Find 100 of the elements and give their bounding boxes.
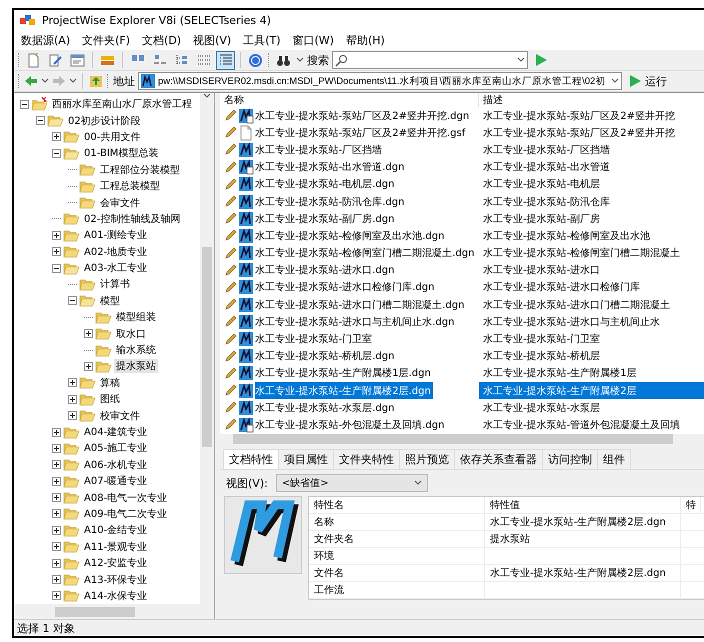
expand-toggle[interactable] — [52, 460, 61, 470]
expand-toggle[interactable] — [68, 394, 77, 404]
file-name[interactable]: 水工专业-提水泵站-检修闸室门槽二期混凝土.dgn — [255, 244, 476, 262]
tree-item[interactable]: 模型 — [98, 294, 122, 308]
expand-toggle[interactable] — [52, 230, 61, 240]
tree-item[interactable]: 工程总装模型 — [98, 179, 162, 194]
tree-item[interactable]: 图纸 — [98, 392, 122, 406]
collapse-toggle[interactable] — [52, 148, 61, 158]
expand-toggle[interactable] — [52, 476, 61, 486]
expand-toggle[interactable] — [84, 362, 93, 371]
folder-icon — [79, 294, 96, 308]
tab[interactable]: 组件 — [597, 449, 631, 469]
tree-item[interactable]: A08-电气一次专业 — [82, 490, 170, 505]
expand-toggle[interactable] — [52, 247, 61, 256]
collapse-toggle[interactable] — [68, 296, 77, 306]
file-name[interactable]: 水工专业-提水泵站-出水管道.dgn — [255, 158, 406, 176]
file-name[interactable]: 水工专业-提水泵站-桥机层.dgn — [255, 348, 396, 365]
tree-item[interactable]: 02初步设计阶段 — [66, 114, 143, 128]
tree-item[interactable]: A09-电气二次专业 — [82, 506, 170, 521]
tree-item[interactable]: 算稿 — [98, 376, 122, 390]
tree-item[interactable]: 输水系统 — [114, 343, 158, 358]
expand-toggle[interactable] — [52, 428, 61, 436]
file-name[interactable]: 水工专业-提水泵站-泵站厂区及2#竖井开挖.gsf — [255, 124, 468, 142]
menu-item[interactable]: 文档(D) — [137, 33, 186, 48]
column-header[interactable]: 描述 — [479, 93, 704, 107]
view-select[interactable]: <缺省值> — [276, 474, 428, 492]
tree-item[interactable]: 工程部位分装模型 — [98, 162, 182, 177]
tree-item[interactable]: 计算书 — [98, 277, 132, 292]
expand-toggle[interactable] — [68, 411, 77, 420]
file-name[interactable]: 水工专业-提水泵站-生产附属楼2层.dgn — [255, 382, 433, 400]
tree-item[interactable]: A06-水机专业 — [82, 458, 150, 472]
file-name[interactable]: 水工专业-提水泵站-副厂房.dgn — [255, 210, 396, 228]
menu-item[interactable]: 视图(V) — [188, 33, 236, 48]
file-name[interactable]: 水工专业-提水泵站-泵站厂区及2#竖井开挖.dgn — [255, 107, 472, 124]
file-name[interactable]: 水工专业-提水泵站-外包混凝土及回填.dgn — [255, 416, 446, 434]
menu-item[interactable]: 数据源(A) — [16, 33, 76, 48]
vertical-scrollbar[interactable] — [200, 93, 214, 604]
back-arrow-icon[interactable] — [24, 75, 38, 87]
tree-item[interactable]: A05-施工专业 — [82, 441, 150, 456]
expand-toggle[interactable] — [84, 329, 93, 338]
tree-item[interactable]: A14-水保专业 — [82, 588, 150, 603]
file-name[interactable]: 水工专业-提水泵站-检修闸室及出水池.dgn — [255, 227, 446, 244]
tree-item[interactable]: 00-共用文件 — [82, 130, 142, 144]
collapse-toggle[interactable] — [52, 264, 61, 273]
menu-item[interactable]: 帮助(H) — [340, 33, 390, 48]
file-name[interactable]: 水工专业-提水泵站-电机层.dgn — [255, 176, 396, 193]
tree-item[interactable]: 西丽水库至南山水厂原水管工程 — [50, 97, 194, 112]
file-description: 水工专业-提水泵站-出水管道 — [482, 160, 612, 176]
expand-toggle[interactable] — [52, 591, 61, 600]
expand-toggle[interactable] — [52, 558, 61, 568]
tree-item[interactable]: 取水口 — [114, 326, 148, 341]
tree-item[interactable]: 校审文件 — [98, 408, 142, 423]
tree-item[interactable]: 提水泵站 — [114, 359, 158, 374]
horizontal-scrollbar[interactable] — [14, 604, 214, 619]
collapse-toggle[interactable] — [20, 100, 29, 109]
horizontal-scrollbar[interactable] — [220, 434, 704, 444]
expand-toggle[interactable] — [52, 542, 61, 552]
menu-item[interactable]: 文件夹(F) — [77, 33, 136, 48]
address-field[interactable]: pw:\\MSDISERVER02.msdi.cn:MSDI_PW\Documents\11.水利项目\西丽水库至南山水厂原水管工程\02初 — [138, 72, 622, 90]
expand-toggle[interactable] — [52, 575, 61, 584]
menu-item[interactable]: 工具(T) — [238, 33, 286, 48]
file-name[interactable]: 水工专业-提水泵站-进水口检修门库.dgn — [255, 278, 436, 296]
expand-toggle[interactable] — [52, 493, 61, 502]
file-description: 水工专业-提水泵站-管道外包混凝凝土及回填 — [482, 418, 682, 433]
collapse-toggle[interactable] — [36, 116, 45, 126]
file-name[interactable]: 水工专业-提水泵站-门卫室 — [255, 330, 374, 348]
file-name[interactable]: 水工专业-提水泵站-生产附属楼1层.dgn — [255, 364, 433, 382]
expand-toggle[interactable] — [68, 378, 77, 388]
menu-item[interactable]: 窗口(W) — [288, 33, 339, 48]
tree-item[interactable]: A04-建筑专业 — [82, 425, 150, 439]
expand-toggle[interactable] — [52, 132, 61, 142]
tree-item[interactable]: A11-景观专业 — [82, 540, 150, 554]
column-header[interactable]: 名称 — [220, 93, 479, 107]
tree-item[interactable]: 01-BIM模型总装 — [82, 146, 160, 160]
file-name[interactable]: 水工专业-提水泵站-厂区挡墙 — [255, 141, 384, 158]
tree-item[interactable]: A01-测绘专业 — [82, 228, 150, 242]
tree-item[interactable]: 会审文件 — [98, 196, 142, 210]
expand-toggle[interactable] — [52, 444, 61, 453]
view-mode-icon[interactable] — [216, 50, 235, 70]
file-name[interactable]: 水工专业-提水泵站-进水口门槽二期混凝土.dgn — [255, 296, 466, 314]
expand-toggle[interactable] — [52, 509, 61, 518]
file-name[interactable]: 水工专业-提水泵站-进水口.dgn — [255, 262, 396, 279]
search-field[interactable] — [332, 51, 528, 69]
tree-item[interactable]: A03-水工专业 — [82, 261, 150, 276]
file-description: 水工专业-提水泵站-进水口门槽二期混凝土 — [482, 298, 672, 313]
tree-item[interactable]: A13-环保专业 — [82, 572, 150, 587]
file-name[interactable]: 水工专业-提水泵站-水泵层.dgn — [255, 399, 396, 416]
tree-item[interactable]: A10-金结专业 — [82, 523, 150, 538]
tree-item[interactable]: A07-暖通专业 — [82, 474, 150, 488]
tab[interactable]: 文档特性 — [223, 449, 279, 469]
tree-item[interactable]: 02-控制性轴线及轴网 — [82, 212, 182, 226]
run-button[interactable]: 运行 — [625, 72, 670, 90]
expand-toggle[interactable] — [52, 526, 61, 535]
file-name[interactable]: 水工专业-提水泵站-进水口与主机间止水.dgn — [255, 313, 456, 330]
property-value: 水工专业-提水泵站-生产附属楼2层.dgn — [485, 565, 681, 581]
tree-item[interactable]: A12-安监专业 — [82, 556, 150, 570]
tree-item[interactable]: 模型组装 — [114, 310, 158, 324]
tree-item[interactable]: A02-地质专业 — [82, 244, 150, 259]
folder-up-icon[interactable] — [88, 73, 104, 89]
file-name[interactable]: 水工专业-提水泵站-防汛仓库.dgn — [255, 193, 406, 210]
